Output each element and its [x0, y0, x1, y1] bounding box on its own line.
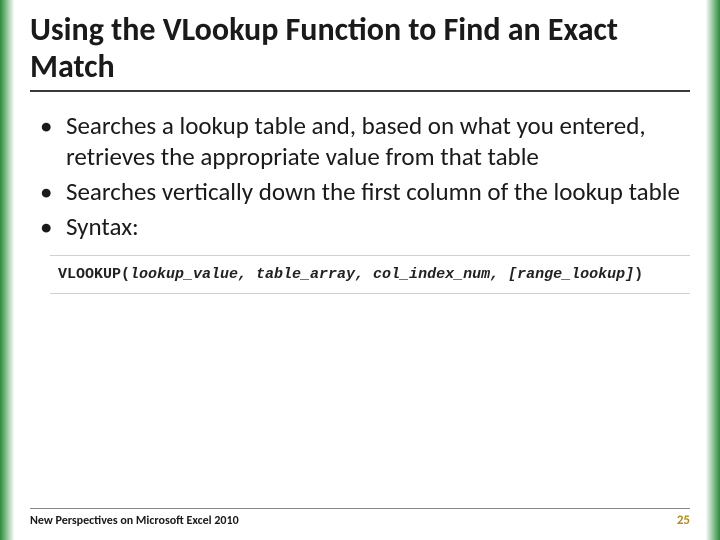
slide-title: Using the VLookup Function to Find an Ex… [30, 12, 690, 92]
syntax-args: lookup_value, table_array, col_index_num… [130, 266, 634, 283]
syntax-fn-open: VLOOKUP( [58, 266, 130, 283]
bullet-item: Searches a lookup table and, based on wh… [40, 110, 690, 173]
slide-footer: New Perspectives on Microsoft Excel 2010… [30, 508, 690, 528]
syntax-box: VLOOKUP(lookup_value, table_array, col_i… [50, 255, 690, 294]
slide-body: Using the VLookup Function to Find an Ex… [0, 0, 720, 294]
bullet-item: Syntax: [40, 211, 690, 242]
bullet-list: Searches a lookup table and, based on wh… [30, 110, 690, 243]
syntax-fn-close: ) [634, 266, 643, 283]
slide: Using the VLookup Function to Find an Ex… [0, 0, 720, 540]
bullet-item: Searches vertically down the first colum… [40, 176, 690, 207]
footer-source: New Perspectives on Microsoft Excel 2010 [30, 514, 239, 528]
footer-page: 25 [677, 513, 690, 528]
